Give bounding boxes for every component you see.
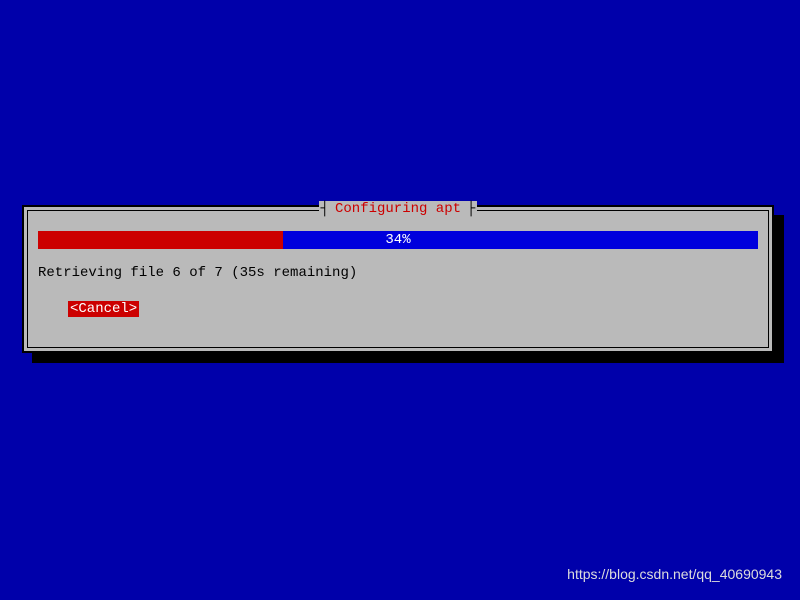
title-bracket-right: ├ bbox=[465, 201, 477, 217]
dialog-title-container: ┤Configuring apt├ bbox=[28, 201, 768, 217]
title-bracket-left: ┤ bbox=[319, 201, 331, 217]
dialog-title: Configuring apt bbox=[331, 201, 465, 217]
status-text: Retrieving file 6 of 7 (35s remaining) bbox=[38, 265, 357, 281]
dialog-inner-border: ┤Configuring apt├ 34% Retrieving file 6 … bbox=[27, 210, 769, 348]
progress-percent-label: 34% bbox=[38, 231, 758, 249]
watermark-text: https://blog.csdn.net/qq_40690943 bbox=[567, 566, 782, 582]
progress-bar: 34% bbox=[38, 231, 758, 249]
configuring-apt-dialog: ┤Configuring apt├ 34% Retrieving file 6 … bbox=[22, 205, 774, 353]
cancel-button[interactable]: <Cancel> bbox=[68, 301, 139, 317]
